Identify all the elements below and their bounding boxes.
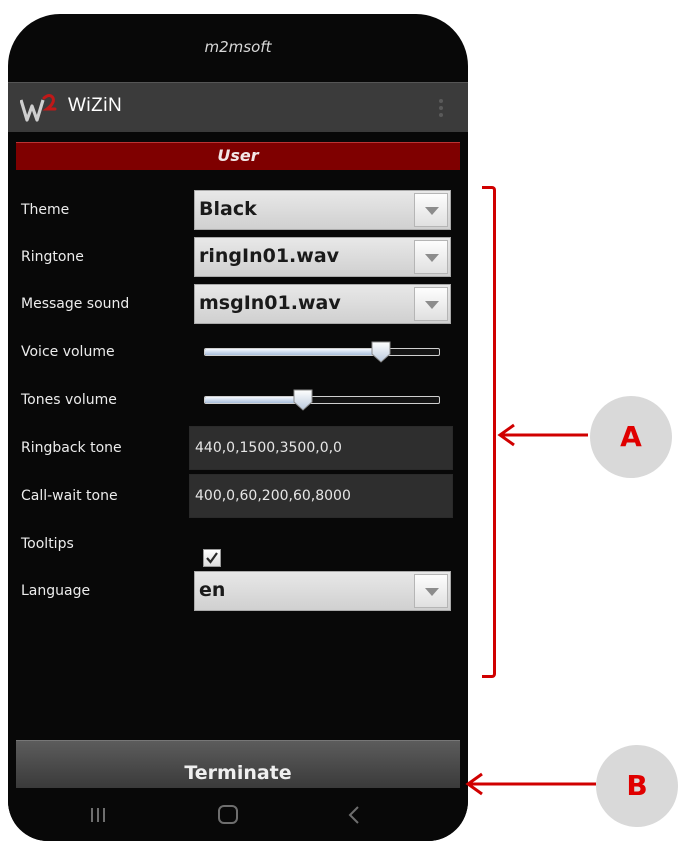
callout-a: A (590, 396, 672, 478)
callout-a-label: A (620, 420, 642, 453)
android-nav-bar (8, 790, 468, 841)
slider-thumb[interactable] (370, 341, 392, 363)
ringtone-label: Ringtone (21, 249, 84, 265)
ringback-tone-field[interactable]: 440,0,1500,3500,0,0 (189, 426, 453, 470)
section-title: User (217, 146, 259, 165)
theme-label: Theme (21, 202, 70, 218)
wizin-w2-logo-icon (20, 94, 57, 122)
slider-fill (205, 349, 381, 355)
call-wait-tone-label: Call-wait tone (21, 488, 118, 504)
language-value: en (199, 579, 226, 601)
call-wait-tone-field[interactable]: 400,0,60,200,60,8000 (189, 474, 453, 518)
ringtone-dropdown[interactable]: ringIn01.wav (194, 237, 451, 277)
status-bar: m2msoft (8, 14, 468, 82)
phone-frame: m2msoft WiZiN User Theme Black Ringtone … (8, 14, 468, 841)
chevron-down-icon[interactable] (414, 240, 448, 274)
terminate-button[interactable]: Terminate (16, 740, 460, 788)
voice-volume-label: Voice volume (21, 344, 115, 360)
callout-b-label: B (626, 769, 648, 802)
home-icon[interactable] (216, 804, 240, 826)
arrow-a-icon (497, 423, 588, 447)
chevron-down-icon[interactable] (414, 193, 448, 227)
ringtone-value: ringIn01.wav (199, 245, 340, 267)
theme-dropdown[interactable]: Black (194, 190, 451, 230)
tones-volume-label: Tones volume (21, 392, 117, 408)
message-sound-dropdown[interactable]: msgIn01.wav (194, 284, 451, 324)
tones-volume-slider[interactable] (204, 389, 440, 411)
back-icon[interactable] (344, 804, 364, 826)
callout-b: B (596, 745, 678, 827)
slider-thumb[interactable] (292, 389, 314, 411)
ringback-tone-label: Ringback tone (21, 440, 122, 456)
chevron-down-icon[interactable] (414, 287, 448, 321)
overflow-menu-icon[interactable] (436, 97, 446, 121)
checkmark-icon (206, 552, 218, 564)
app-bar: WiZiN (8, 82, 468, 132)
chevron-down-icon[interactable] (414, 574, 448, 608)
tooltips-label: Tooltips (21, 536, 74, 552)
language-label: Language (21, 583, 91, 599)
message-sound-value: msgIn01.wav (199, 292, 341, 314)
carrier-label: m2msoft (204, 38, 272, 56)
app-title: WiZiN (68, 95, 123, 116)
terminate-label: Terminate (184, 762, 292, 784)
section-header-user: User (16, 142, 460, 170)
recent-apps-icon[interactable] (88, 804, 108, 826)
voice-volume-slider[interactable] (204, 341, 440, 363)
slider-fill (205, 397, 303, 403)
message-sound-label: Message sound (21, 296, 130, 312)
tooltips-checkbox[interactable] (203, 549, 221, 567)
arrow-b-icon (465, 772, 596, 796)
theme-value: Black (199, 198, 257, 220)
language-dropdown[interactable]: en (194, 571, 451, 611)
